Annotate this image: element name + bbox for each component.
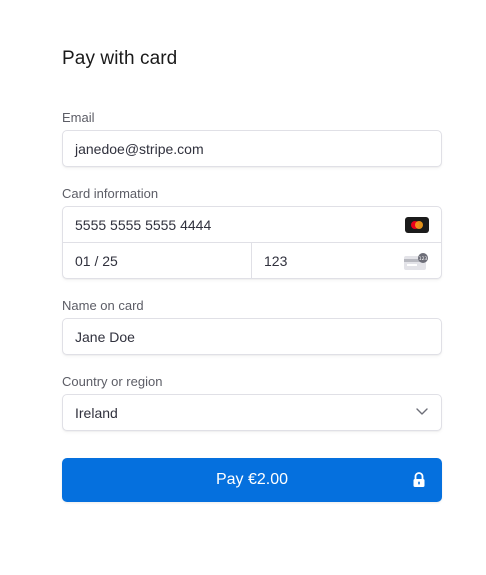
country-label: Country or region [62, 374, 163, 389]
country-selected-value: Ireland [75, 404, 118, 421]
email-label: Email [62, 110, 95, 125]
card-cvc-value: 123 [264, 253, 288, 269]
card-number-field[interactable]: 5555 5555 5555 4444 [63, 207, 441, 243]
card-information-label: Card information [62, 186, 159, 201]
cvc-card-icon: 123 [404, 253, 428, 270]
page-title: Pay with card [62, 48, 178, 69]
pay-button[interactable]: Pay €2.00 [62, 458, 442, 502]
email-value: janedoe@stripe.com [75, 140, 204, 157]
country-select[interactable]: Ireland [62, 394, 442, 431]
email-field[interactable]: janedoe@stripe.com [62, 130, 442, 167]
name-on-card-field[interactable]: Jane Doe [62, 318, 442, 355]
name-on-card-label: Name on card [62, 298, 144, 313]
lock-icon [413, 472, 425, 487]
svg-text:123: 123 [419, 256, 428, 262]
card-cvc-field[interactable]: 123 123 [252, 243, 441, 279]
card-number-value: 5555 5555 5555 4444 [75, 216, 212, 233]
mastercard-icon [405, 217, 429, 233]
card-expiry-value: 01 / 25 [75, 253, 118, 269]
card-expiry-field[interactable]: 01 / 25 [63, 243, 252, 279]
name-on-card-value: Jane Doe [75, 328, 135, 345]
card-information-group: 5555 5555 5555 4444 01 / 25 123 123 [62, 206, 442, 279]
pay-button-label: Pay €2.00 [215, 471, 289, 488]
chevron-down-icon [416, 408, 428, 415]
